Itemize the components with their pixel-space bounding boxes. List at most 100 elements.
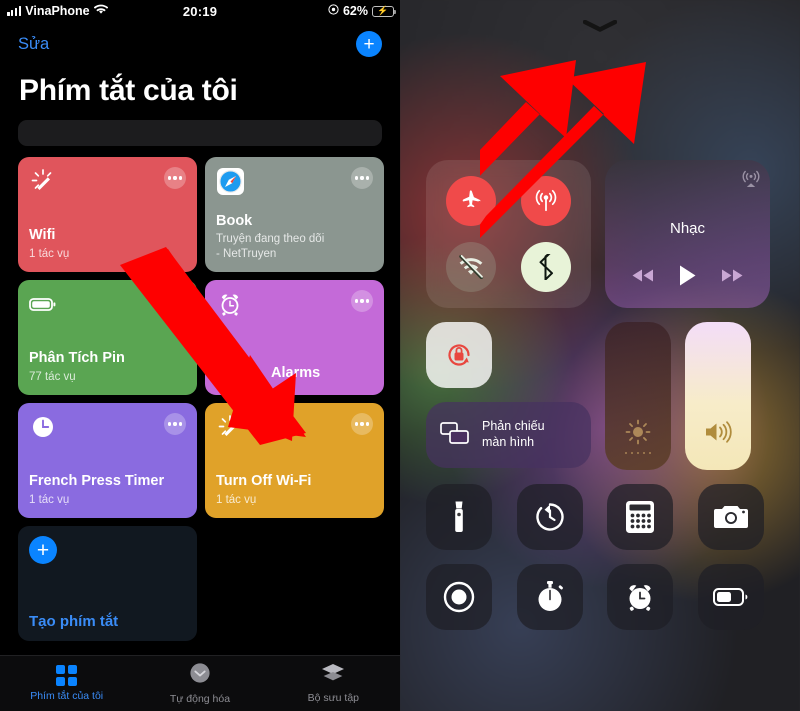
low-power-mode-button[interactable] [697, 564, 764, 630]
card-subtitle: Truyện đang theo dõi - NetTruyen [216, 233, 325, 260]
rotation-lock-icon [448, 344, 470, 366]
card-title: Alarms [271, 364, 321, 381]
tab-my-shortcuts[interactable]: Phím tắt của tôi [0, 656, 133, 711]
search-input[interactable] [18, 120, 382, 146]
shortcut-card-book[interactable]: Book Truyện đang theo dõi - NetTruyen [205, 157, 384, 272]
page-title: Phím tắt của tôi [19, 74, 238, 107]
stopwatch-icon [538, 581, 563, 611]
screen-mirroring-icon [440, 421, 470, 450]
tab-bar: Phím tắt của tôi Tự động hóa Bộ sưu tập [0, 655, 400, 711]
bluetooth-icon [539, 254, 553, 280]
screen-record-button[interactable] [426, 564, 492, 630]
tab-automation[interactable]: Tự động hóa [133, 656, 266, 711]
media-playback-module[interactable]: Nhạc [605, 160, 770, 308]
card-header: + [29, 536, 186, 564]
bluetooth-toggle[interactable] [520, 242, 571, 292]
shortcut-card-french-press-timer[interactable]: French Press Timer 1 tác vụ [18, 403, 197, 518]
chevron-down-icon[interactable] [583, 20, 617, 32]
connectivity-module [426, 160, 591, 308]
card-footer: Phân Tích Pin 77 tác vụ [29, 350, 186, 385]
timer-button[interactable] [516, 484, 583, 550]
card-footer: Alarms [216, 365, 373, 385]
airplane-icon [462, 190, 481, 208]
status-bar-right: 62% ⚡ [328, 4, 397, 18]
left-controls-column: Phản chiếu màn hình [426, 322, 591, 470]
card-more-button[interactable] [351, 290, 373, 312]
battery-charging-icon: ⚡ [372, 5, 397, 17]
alarm-button[interactable] [607, 564, 673, 630]
clock-icon [29, 413, 57, 441]
card-subtitle: 1 tác vụ [29, 493, 70, 506]
navigation-bar: Sửa + [0, 26, 400, 62]
card-more-button[interactable] [351, 413, 373, 435]
card-subtitle: 1 tác vụ [216, 493, 257, 506]
stopwatch-button[interactable] [516, 564, 583, 630]
cellular-data-toggle[interactable] [520, 176, 571, 226]
shortcut-card-turn-off-wifi[interactable]: Turn Off Wi-Fi 1 tác vụ [205, 403, 384, 518]
card-header [29, 167, 186, 195]
shortcuts-grid: Wifi 1 tác vụ Book Truyện đang theo dõi … [18, 157, 384, 641]
layers-icon [321, 663, 345, 688]
slider-dots [605, 452, 671, 454]
airplay-icon[interactable] [742, 169, 760, 192]
magic-wand-icon [216, 413, 244, 441]
battery-percent-label: 62% [342, 4, 368, 18]
edit-button[interactable]: Sửa [18, 35, 49, 54]
card-title: Wifi [29, 227, 56, 244]
screen-mirroring-label: Phản chiếu màn hình [482, 419, 545, 449]
magic-wand-icon [29, 167, 57, 195]
flashlight-button[interactable] [426, 484, 492, 550]
card-footer: Tạo phím tắt [29, 613, 186, 631]
battery-icon [29, 290, 57, 318]
card-title: French Press Timer [29, 473, 165, 490]
card-header [29, 413, 186, 441]
airplane-mode-toggle[interactable] [446, 176, 497, 226]
card-header [216, 167, 373, 195]
card-more-button[interactable] [164, 413, 186, 435]
media-title: Nhạc [669, 219, 706, 237]
tab-label: Bộ sưu tập [307, 692, 360, 704]
card-footer: French Press Timer 1 tác vụ [29, 473, 186, 508]
create-shortcut-card[interactable]: + Tạo phím tắt [18, 526, 197, 641]
card-footer: Wifi 1 tác vụ [29, 227, 186, 262]
shortcut-card-alarms[interactable]: Alarms [205, 280, 384, 395]
cellular-data-icon [535, 189, 557, 212]
play-icon[interactable] [678, 264, 697, 292]
shortcuts-app-pane: VinaPhone 20:19 62% ⚡ Sửa + Phím tắt của… [0, 0, 400, 711]
rewind-icon[interactable] [631, 268, 655, 288]
automation-clock-icon [189, 662, 211, 689]
rotation-lock-toggle[interactable] [426, 322, 492, 388]
card-title: Phân Tích Pin [29, 350, 125, 367]
add-shortcut-button[interactable]: + [356, 31, 382, 57]
media-controls [605, 264, 770, 292]
control-center-pane: Nhạc Phản chiếu màn hình [400, 0, 800, 711]
calculator-button[interactable] [607, 484, 673, 550]
fast-forward-icon[interactable] [720, 268, 744, 288]
calculator-icon [626, 501, 654, 533]
plus-icon: + [29, 536, 57, 564]
wifi-toggle[interactable] [446, 242, 497, 292]
shortcut-card-phan-tich-pin[interactable]: Phân Tích Pin 77 tác vụ [18, 280, 197, 395]
screenshot-root: VinaPhone 20:19 62% ⚡ Sửa + Phím tắt của… [0, 0, 800, 711]
screen-mirroring-button[interactable]: Phản chiếu màn hình [426, 402, 591, 468]
safari-compass-icon [216, 167, 244, 195]
card-footer: Book Truyện đang theo dõi - NetTruyen [216, 213, 373, 262]
card-more-button[interactable] [351, 167, 373, 189]
camera-button[interactable] [697, 484, 764, 550]
tab-label: Tự động hóa [169, 693, 231, 705]
alarm-clock-icon [216, 290, 244, 318]
brightness-slider[interactable] [605, 322, 671, 470]
alarm-icon [629, 585, 651, 611]
card-subtitle: 1 tác vụ [29, 247, 70, 260]
card-more-button[interactable] [164, 167, 186, 189]
card-footer: Turn Off Wi-Fi 1 tác vụ [216, 473, 373, 508]
low-power-battery-icon [712, 588, 747, 606]
brightness-icon [625, 419, 651, 450]
volume-icon [702, 419, 734, 450]
volume-slider[interactable] [685, 322, 751, 470]
control-center-row-1: Nhạc [426, 160, 774, 308]
card-title: Book [216, 212, 253, 229]
tab-gallery[interactable]: Bộ sưu tập [267, 656, 400, 711]
shortcut-card-wifi[interactable]: Wifi 1 tác vụ [18, 157, 197, 272]
status-bar: VinaPhone 20:19 62% ⚡ [0, 0, 400, 22]
